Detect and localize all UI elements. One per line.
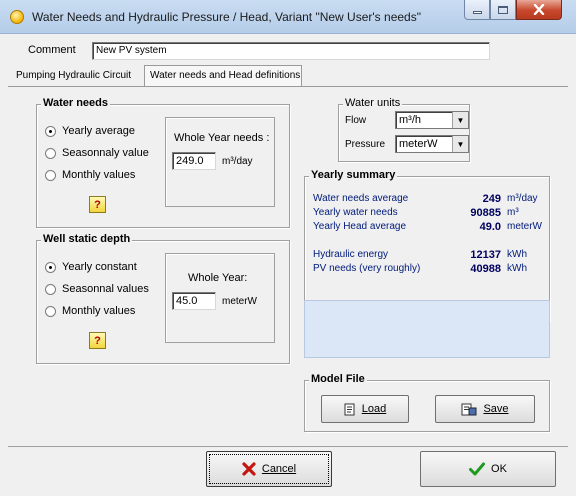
radio-label: Seasonnal values: [62, 283, 149, 295]
pressure-unit-select[interactable]: meterW ▼: [395, 135, 469, 153]
summary-row: Yearly water needs 90885 m³: [313, 207, 549, 221]
model-file-group: Model File Load Save: [304, 373, 550, 432]
load-icon: [344, 403, 355, 415]
water-needs-title: Water needs: [41, 97, 111, 109]
tab-pumping-hydraulic-circuit[interactable]: Pumping Hydraulic Circuit: [12, 66, 152, 86]
close-icon: [533, 4, 545, 15]
cancel-label: Cancel: [261, 463, 297, 475]
footer-separator: [8, 446, 568, 447]
well-depth-help-button[interactable]: ?: [89, 332, 106, 349]
radio-icon: [45, 147, 56, 159]
whole-year-needs-label: Whole Year needs :: [174, 132, 270, 144]
close-button[interactable]: [516, 0, 562, 20]
radio-water-yearly-average[interactable]: Yearly average: [45, 125, 135, 137]
water-needs-help-button[interactable]: ?: [89, 196, 106, 213]
cancel-button[interactable]: Cancel: [206, 451, 332, 487]
summary-label: Yearly Head average: [313, 221, 407, 232]
load-button[interactable]: Load: [321, 395, 409, 423]
tab-water-needs-head[interactable]: Water needs and Head definitions: [144, 65, 302, 87]
summary-label: Yearly water needs: [313, 207, 398, 218]
tab-underline: [8, 86, 568, 87]
radio-label: Monthly values: [62, 305, 136, 317]
water-units-group: Water units Flow m³/h ▼ Pressure meterW …: [338, 97, 470, 162]
summary-unit: kWh: [507, 263, 527, 274]
well-static-depth-title: Well static depth: [41, 233, 133, 245]
summary-label: Water needs average: [313, 193, 409, 204]
radio-well-seasonnal[interactable]: Seasonnal values: [45, 283, 149, 295]
app-icon: [10, 10, 24, 24]
maximize-button[interactable]: [490, 0, 516, 20]
radio-label: Monthly values: [62, 169, 136, 181]
whole-year-needs-input[interactable]: 249.0: [172, 152, 216, 170]
whole-year-depth-box: Whole Year: 45.0 meterW: [165, 253, 275, 343]
summary-unit: kWh: [507, 249, 527, 260]
summary-value: 90885: [470, 207, 501, 219]
save-label: Save: [483, 403, 509, 415]
radio-label: Seasonnaly value: [62, 147, 149, 159]
maximize-icon: [498, 5, 508, 14]
radio-icon: [45, 283, 56, 295]
summary-label: PV needs (very roughly): [313, 263, 421, 274]
radio-icon: [45, 169, 56, 181]
pressure-unit-value: meterW: [399, 138, 438, 150]
summary-row: Water needs average 249 m³/day: [313, 193, 549, 207]
summary-row: PV needs (very roughly) 40988 kWh: [313, 263, 549, 277]
summary-unit: m³/day: [507, 193, 538, 204]
checkmark-icon: [469, 462, 486, 476]
whole-year-needs-box: Whole Year needs : 249.0 m³/day: [165, 117, 275, 207]
radio-water-seasonnaly[interactable]: Seasonnaly value: [45, 147, 149, 159]
model-file-title: Model File: [309, 373, 367, 385]
summary-unit: m³: [507, 207, 519, 218]
radio-label: Yearly average: [62, 125, 135, 137]
minimize-button[interactable]: [464, 0, 490, 20]
water-units-title: Water units: [343, 97, 403, 109]
summary-value: 249: [482, 193, 501, 205]
load-label: Load: [361, 403, 387, 415]
whole-year-depth-label: Whole Year:: [188, 272, 248, 284]
radio-well-monthly[interactable]: Monthly values: [45, 305, 135, 317]
whole-year-depth-input[interactable]: 45.0: [172, 292, 216, 310]
flow-label: Flow: [345, 115, 367, 126]
window-title: Water Needs and Hydraulic Pressure / Hea…: [32, 10, 421, 24]
chevron-down-icon: ▼: [452, 136, 468, 152]
summary-value: 49.0: [479, 221, 501, 233]
save-button[interactable]: Save: [435, 395, 535, 423]
summary-row: Yearly Head average 49.0 meterW: [313, 221, 549, 235]
radio-icon: [45, 305, 56, 317]
radio-water-monthly[interactable]: Monthly values: [45, 169, 135, 181]
whole-year-depth-unit: meterW: [222, 296, 257, 307]
radio-selected-icon: [45, 261, 56, 273]
comment-label: Comment: [28, 44, 76, 56]
radio-selected-icon: [45, 125, 56, 137]
pressure-label: Pressure: [345, 139, 386, 150]
ok-label: OK: [491, 463, 507, 475]
info-panel: [304, 300, 550, 358]
flow-unit-select[interactable]: m³/h ▼: [395, 111, 469, 129]
well-static-depth-group: Well static depth Yearly constant Season…: [36, 233, 290, 364]
comment-input[interactable]: New PV system: [92, 42, 490, 60]
dialog-client: Comment New PV system Pumping Hydraulic …: [8, 34, 568, 447]
summary-value: 12137: [470, 249, 501, 261]
cancel-icon: [242, 462, 256, 476]
flow-unit-value: m³/h: [399, 114, 421, 126]
minimize-icon: [472, 11, 482, 14]
summary-row: Hydraulic energy 12137 kWh: [313, 249, 549, 263]
radio-label: Yearly constant: [62, 261, 137, 273]
title-bar[interactable]: Water Needs and Hydraulic Pressure / Hea…: [0, 0, 576, 34]
summary-label: Hydraulic energy: [313, 249, 389, 260]
ok-button[interactable]: OK: [420, 451, 556, 487]
water-needs-group: Water needs Yearly average Seasonnaly va…: [36, 97, 290, 228]
yearly-summary-title: Yearly summary: [309, 169, 398, 181]
summary-value: 40988: [470, 263, 501, 275]
summary-unit: meterW: [507, 221, 542, 232]
radio-well-yearly-constant[interactable]: Yearly constant: [45, 261, 137, 273]
chevron-down-icon: ▼: [452, 112, 468, 128]
whole-year-needs-unit: m³/day: [222, 156, 253, 167]
save-icon: [461, 403, 477, 415]
